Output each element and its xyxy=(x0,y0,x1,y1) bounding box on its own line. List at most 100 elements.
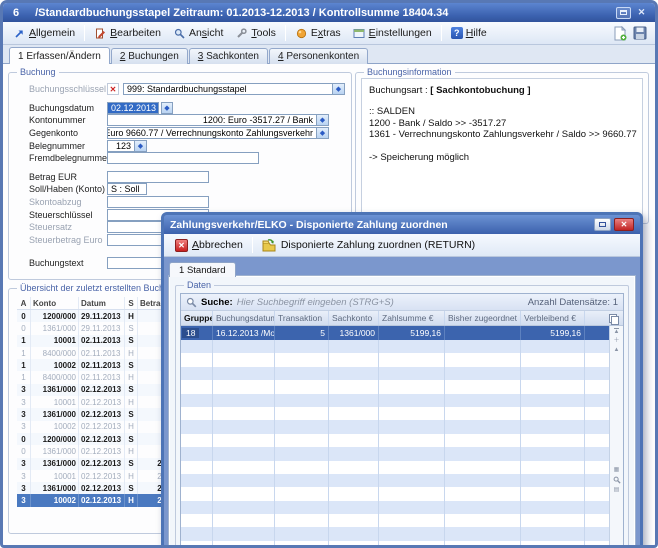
payment-row[interactable]: 18 16.12.2013 /Mo 5 1361/000 5199,16 519… xyxy=(181,326,609,340)
grid-scroll-strip: ▲ ＋ ▲ ▦ ▤ xyxy=(609,326,623,548)
menu-bearbeiten[interactable]: Bearbeiten xyxy=(88,25,167,41)
menu-separator xyxy=(84,25,85,41)
fremdbelegnummer-field[interactable] xyxy=(107,152,259,164)
group-buchungsinformation: Buchungsinformation Buchungsart : [ Sach… xyxy=(355,72,649,224)
main-window: 6 /Standardbuchungsstapel Zeitraum: 01.2… xyxy=(0,0,658,548)
kontonummer-combo[interactable]: 1200: Euro -3517.27 / Bank ◆ xyxy=(107,114,329,126)
dialog-title: Zahlungsverkehr/ELKO - Disponierte Zahlu… xyxy=(170,219,448,231)
dropdown-icon[interactable]: ◆ xyxy=(332,84,344,94)
dialog-titlebar: Zahlungsverkehr/ELKO - Disponierte Zahlu… xyxy=(164,215,640,234)
dropdown-icon[interactable]: ◆ xyxy=(316,128,328,138)
menu-hilfe[interactable]: ? Hilfe xyxy=(445,25,493,41)
dialog-zahlungsverkehr: Zahlungsverkehr/ELKO - Disponierte Zahlu… xyxy=(161,212,643,548)
settings-panel-icon xyxy=(353,27,366,39)
record-count: Anzahl Datensätze: 1 xyxy=(528,297,618,308)
skontoabzug-field xyxy=(107,196,209,208)
menu-ansicht[interactable]: Ansicht xyxy=(167,25,229,41)
search-placeholder: Hier Suchbegriff eingeben (STRG+S) xyxy=(237,297,394,308)
label-buchungsschluessel: Buchungsschlüssel xyxy=(9,84,107,94)
wrench-icon xyxy=(235,27,248,39)
info-line: -> Speicherung möglich xyxy=(369,152,635,164)
empty-rows xyxy=(181,340,609,548)
group-info-title: Buchungsinformation xyxy=(364,67,455,77)
search-label: Suche: xyxy=(201,297,233,308)
tabbar: 1 Erfassen/Ändern 2 Buchungen 3 Sachkont… xyxy=(3,45,655,64)
buchungsinformation-text: Buchungsart : [ Sachkontobuchung ] :: SA… xyxy=(361,78,643,218)
menubar: Allgemein Bearbeiten Ansicht Tools Extra… xyxy=(3,22,655,45)
belegnummer-field[interactable]: 123 ◆ xyxy=(107,140,147,152)
menu-separator xyxy=(285,25,286,41)
menu-allgemein[interactable]: Allgemein xyxy=(7,25,81,41)
clear-icon[interactable]: ✕ xyxy=(107,83,119,95)
dialog-body: 1 Standard Daten Suche: Hier Suchbegriff… xyxy=(164,257,640,548)
search-icon xyxy=(186,297,197,308)
copy-icon[interactable] xyxy=(609,314,618,323)
arrow-ne-icon xyxy=(13,27,26,39)
tab-standard[interactable]: 1 Standard xyxy=(169,262,236,277)
label-fremdbelegnummer: Fremdbelegnummer xyxy=(9,153,107,163)
standard-tab-page: Daten Suche: Hier Suchbegriff eingeben (… xyxy=(169,276,635,548)
label-steuerschluessel: Steuerschlüssel xyxy=(9,210,107,220)
menu-einstellungen[interactable]: Einstellungen xyxy=(347,25,438,41)
label-belegnummer: Belegnummer xyxy=(9,141,107,151)
label-buchungstext: Buchungstext xyxy=(9,258,107,268)
label-kontonummer: Kontonummer xyxy=(9,115,107,125)
group-daten-title: Daten xyxy=(184,280,214,290)
label-steuersatz: Steuersatz xyxy=(9,222,107,232)
assign-icon xyxy=(262,239,277,252)
tab-sachkonten[interactable]: 3 Sachkonten xyxy=(189,48,268,64)
tab-erfassen-aendern[interactable]: 1 Erfassen/Ändern xyxy=(9,47,110,64)
plus-icon[interactable]: ＋ xyxy=(613,338,619,344)
info-line: 1200 - Bank / Saldo >> -3517.27 xyxy=(369,118,635,130)
toolbar-separator xyxy=(252,237,253,253)
titlebar: 6 /Standardbuchungsstapel Zeitraum: 01.2… xyxy=(3,3,655,22)
grid-view-icon[interactable]: ▦ xyxy=(614,467,620,473)
magnifier-icon xyxy=(173,27,186,39)
menu-tools[interactable]: Tools xyxy=(229,25,282,41)
minimize-icon[interactable] xyxy=(594,218,611,231)
info-line: 1361 - Verrechnungskonto Zahlungsverkehr… xyxy=(369,129,635,141)
menu-extras[interactable]: Extras xyxy=(289,25,347,41)
search-bar[interactable]: Suche: Hier Suchbegriff eingeben (STRG+S… xyxy=(181,294,623,311)
restore-icon[interactable] xyxy=(616,7,631,19)
abbrechen-button[interactable]: ✕ Abbrechen xyxy=(169,237,249,254)
label-steuerbetrag: Steuerbetrag Euro xyxy=(9,235,107,245)
group-buchung-title: Buchung xyxy=(17,67,59,77)
spinner-icon[interactable]: ◆ xyxy=(134,141,146,151)
zuordnen-button[interactable]: Disponierte Zahlung zuordnen (RETURN) xyxy=(256,237,481,254)
group-daten: Daten Suche: Hier Suchbegriff eingeben (… xyxy=(175,285,629,548)
label-betrag: Betrag EUR xyxy=(9,172,107,182)
tab-personenkonten[interactable]: 4 Personenkonten xyxy=(269,48,368,64)
label-skontoabzug: Skontoabzug xyxy=(9,197,107,207)
betrag-field[interactable] xyxy=(107,171,209,183)
cancel-icon: ✕ xyxy=(175,239,188,252)
help-icon: ? xyxy=(451,27,463,39)
buchungsschluessel-combo[interactable]: 999: Standardbuchungsstapel ◆ xyxy=(123,83,345,95)
grid-header: Gruppe Buchungsdatum Transaktion Sachkon… xyxy=(181,311,623,326)
close-icon[interactable]: ✕ xyxy=(614,218,634,231)
save-icon[interactable] xyxy=(633,26,647,41)
search-rows-icon[interactable] xyxy=(613,476,621,484)
spinner-icon[interactable]: ◆ xyxy=(161,102,173,114)
dropdown-icon[interactable]: ◆ xyxy=(316,115,328,125)
menu-separator xyxy=(441,25,442,41)
window-title: /Standardbuchungsstapel Zeitraum: 01.201… xyxy=(35,7,448,19)
close-icon[interactable]: ✕ xyxy=(634,7,649,19)
buchungsdatum-field[interactable]: 02.12.2013 xyxy=(107,102,159,114)
payments-grid: Suche: Hier Suchbegriff eingeben (STRG+S… xyxy=(180,293,624,548)
rows-icon[interactable]: ▤ xyxy=(614,487,620,493)
scroll-up-icon[interactable]: ▲ xyxy=(614,347,620,353)
tab-page: Buchung Buchungsschlüssel ✕ 999: Standar… xyxy=(3,64,655,545)
gegenkonto-combo[interactable]: 1361: Euro 9660.77 / Verrechnungskonto Z… xyxy=(107,127,329,139)
dialog-toolbar: ✕ Abbrechen Disponierte Zahlung zuordnen… xyxy=(164,234,640,257)
scroll-to-top-icon[interactable]: ▲ xyxy=(614,328,620,335)
info-line: :: SALDEN xyxy=(369,106,635,118)
label-sollhaben: Soll/Haben (Konto) xyxy=(9,184,107,194)
tab-buchungen[interactable]: 2 Buchungen xyxy=(111,48,188,64)
sollhaben-field[interactable]: S : Soll xyxy=(107,183,147,195)
edit-icon xyxy=(94,27,107,39)
new-document-icon[interactable] xyxy=(613,26,627,41)
label-buchungsdatum: Buchungsdatum xyxy=(9,103,107,113)
ball-icon xyxy=(295,27,308,39)
info-line xyxy=(369,141,635,153)
